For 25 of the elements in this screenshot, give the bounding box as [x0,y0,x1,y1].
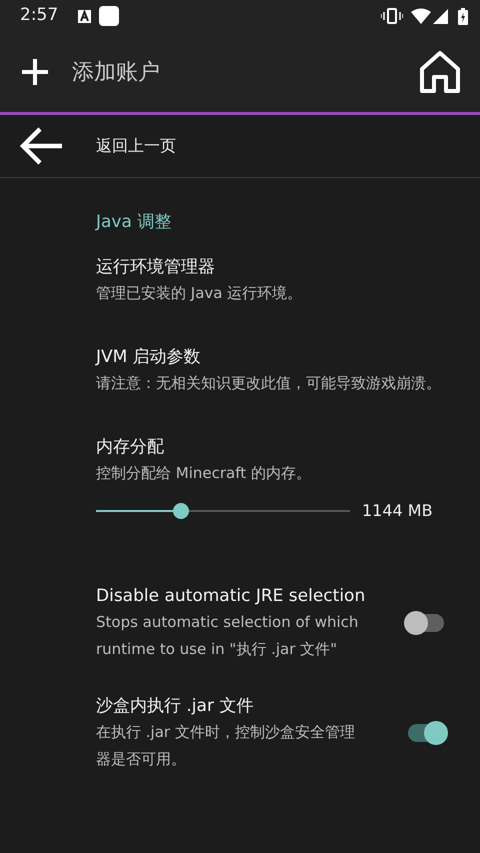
back-button[interactable] [20,126,64,166]
setting-summary: 请注意：无相关知识更改此值，可能导致游戏崩溃。 [96,372,442,394]
slider-thumb[interactable] [173,502,190,518]
status-time: 2:57 [20,4,58,28]
slider-reading: 1144 MB [362,500,433,522]
section-header: Java 调整 [94,211,172,234]
setting-summary: 在执行 .jar 文件时，控制沙盒安全管理器是否可用。 [96,722,356,770]
toolbar-title: 添加账户 [72,58,161,86]
wifi-icon [411,8,431,24]
setting-title[interactable]: 运行环境管理器 [96,254,444,280]
setting-title: 沙盒内执行 .jar 文件 [96,694,254,718]
setting-summary: Stops automatic selection of which runtime to use in "执行 .jar 文件" [96,612,360,660]
home-button[interactable] [420,51,460,93]
setting-summary: 管理已安装的 Java 运行环境。 [96,282,304,304]
signal-icon [433,8,448,24]
setting-title: Disable automatic JRE selection [96,584,366,608]
app-notification-icon [99,6,120,26]
vibrate-icon [381,8,403,24]
battery-icon [458,8,468,24]
setting-title[interactable]: JVM 启动参数 [96,344,444,370]
back-label[interactable]: 返回上一页 [96,134,176,158]
keyboard-notification-icon [78,10,92,22]
setting-summary: 控制分配给 Minecraft 的内存。 [96,462,312,484]
setting-title: 内存分配 [96,436,165,458]
add-button[interactable] [20,57,50,87]
